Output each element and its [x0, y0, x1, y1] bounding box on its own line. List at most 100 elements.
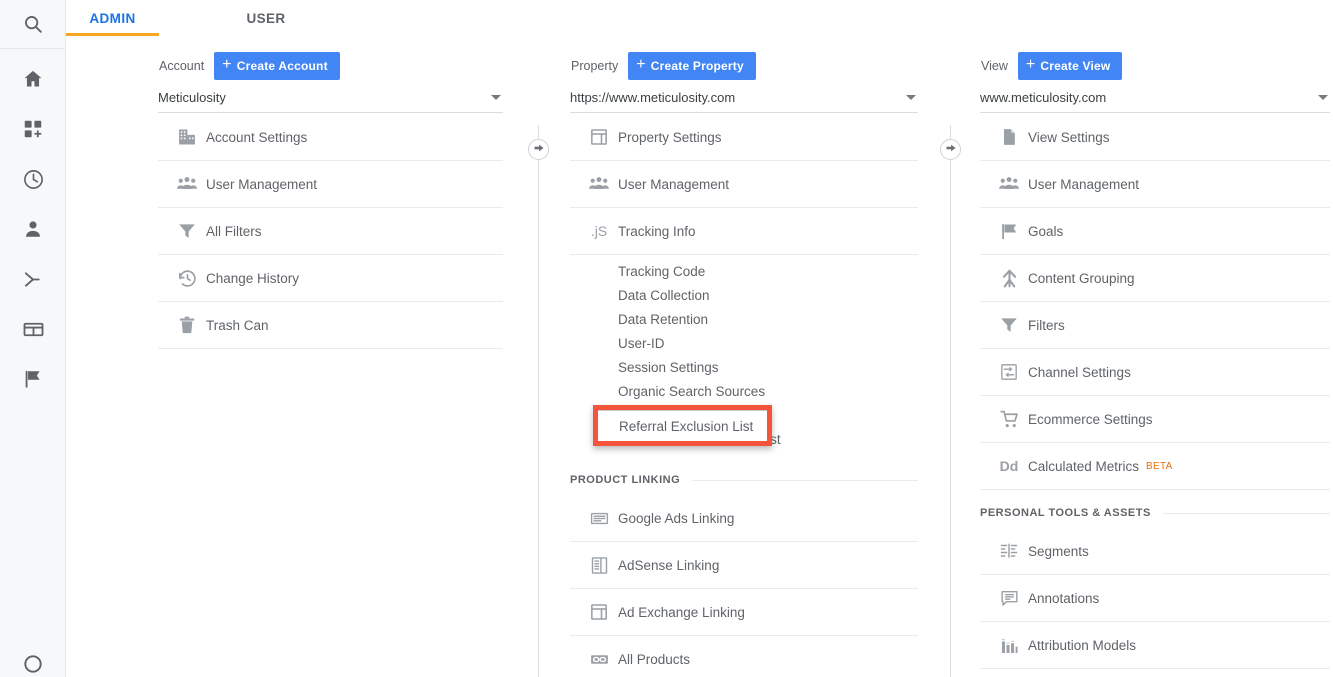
view-item-view-settings[interactable]: View Settings	[980, 114, 1330, 161]
rail-item-customization[interactable]	[0, 104, 66, 154]
create-account-button[interactable]: + Create Account	[214, 52, 340, 80]
view-item-annotations[interactable]: Annotations	[980, 575, 1330, 622]
subitem-tracking-code[interactable]: Tracking Code	[570, 259, 918, 283]
account-label: Account	[159, 59, 204, 73]
view-selected-value: www.meticulosity.com	[980, 90, 1106, 105]
rail-item-help[interactable]	[0, 641, 66, 677]
attribution-bars-icon	[990, 635, 1028, 656]
rail-item-home[interactable]	[0, 54, 66, 104]
property-item-label: Tracking Info	[618, 224, 696, 239]
section-divider	[692, 480, 918, 481]
beta-badge: BETA	[1146, 461, 1173, 472]
view-item-list: View Settings User Management Goals	[980, 114, 1330, 669]
account-item-label: Account Settings	[206, 130, 307, 145]
highlight-label[interactable]: Referral Exclusion List	[619, 419, 753, 434]
top-tab-bar: ADMIN USER	[66, 0, 1333, 37]
rail-item-behavior[interactable]	[0, 304, 66, 354]
subitem-data-collection[interactable]: Data Collection	[570, 283, 918, 307]
view-item-label: Goals	[1028, 224, 1063, 239]
account-item-account-settings[interactable]: Account Settings	[158, 114, 503, 161]
history-clock-icon	[168, 268, 206, 289]
create-view-button[interactable]: + Create View	[1018, 52, 1123, 80]
cart-icon	[990, 409, 1028, 430]
account-item-label: All Filters	[206, 224, 262, 239]
view-item-ecommerce-settings[interactable]: Ecommerce Settings	[980, 396, 1330, 443]
view-item-label: Ecommerce Settings	[1028, 412, 1153, 427]
column-collapse-button-2[interactable]	[940, 139, 961, 160]
view-item-segments[interactable]: Segments	[980, 528, 1330, 575]
create-property-button[interactable]: + Create Property	[628, 52, 756, 80]
subitem-organic-search-sources[interactable]: Organic Search Sources	[570, 379, 918, 403]
column-divider-2	[950, 125, 951, 677]
subitem-user-id[interactable]: User-ID	[570, 331, 918, 355]
property-item-label: Google Ads Linking	[618, 511, 734, 526]
property-item-label: User Management	[618, 177, 729, 192]
property-item-user-management[interactable]: User Management	[570, 161, 918, 208]
people-icon	[168, 173, 206, 195]
account-item-trash-can[interactable]: Trash Can	[158, 302, 503, 349]
account-item-user-management[interactable]: User Management	[158, 161, 503, 208]
subitem-data-retention[interactable]: Data Retention	[570, 307, 918, 331]
property-column-header: Property + Create Property	[570, 49, 918, 83]
trash-icon	[168, 315, 206, 335]
property-selector[interactable]: https://www.meticulosity.com	[570, 83, 918, 113]
ad-exchange-icon	[580, 602, 618, 622]
chevron-down-icon	[491, 95, 501, 100]
property-label: Property	[571, 59, 618, 73]
channel-icon	[990, 362, 1028, 382]
product-linking-label: PRODUCT LINKING	[570, 474, 680, 486]
account-column-header: Account + Create Account	[158, 49, 503, 83]
property-item-all-products[interactable]: All Products	[570, 636, 918, 677]
tab-admin[interactable]: ADMIN	[66, 0, 159, 37]
layout-icon	[580, 127, 618, 147]
create-account-label: Create Account	[237, 59, 328, 73]
view-column: View + Create View www.meticulosity.com …	[980, 49, 1330, 669]
realtime-clock-icon	[22, 168, 45, 191]
property-item-adsense-linking[interactable]: AdSense Linking	[570, 542, 918, 589]
property-item-property-settings[interactable]: Property Settings	[570, 114, 918, 161]
view-item-channel-settings[interactable]: Channel Settings	[980, 349, 1330, 396]
property-item-label: AdSense Linking	[618, 558, 719, 573]
help-circle-icon	[22, 653, 44, 677]
account-selected-value: Meticulosity	[158, 90, 226, 105]
search-button[interactable]	[0, 0, 66, 49]
property-item-label: All Products	[618, 652, 690, 667]
view-item-filters[interactable]: Filters	[980, 302, 1330, 349]
property-item-google-ads-linking[interactable]: Google Ads Linking	[570, 495, 918, 542]
column-collapse-button-1[interactable]	[528, 139, 549, 160]
view-selector[interactable]: www.meticulosity.com	[980, 83, 1330, 113]
view-item-label: User Management	[1028, 177, 1139, 192]
view-item-label: Segments	[1028, 544, 1089, 559]
view-item-content-grouping[interactable]: Content Grouping	[980, 255, 1330, 302]
rail-item-realtime[interactable]	[0, 154, 66, 204]
property-item-ad-exchange-linking[interactable]: Ad Exchange Linking	[570, 589, 918, 636]
view-item-label: Annotations	[1028, 591, 1099, 606]
behavior-window-icon	[22, 318, 45, 341]
view-item-attribution-models[interactable]: Attribution Models	[980, 622, 1330, 669]
tab-user[interactable]: USER	[221, 0, 311, 37]
account-item-change-history[interactable]: Change History	[158, 255, 503, 302]
account-selector[interactable]: Meticulosity	[158, 83, 503, 113]
search-icon	[22, 13, 44, 35]
view-item-label: View Settings	[1028, 130, 1110, 145]
property-item-tracking-info[interactable]: .jS Tracking Info	[570, 208, 918, 255]
document-icon	[990, 127, 1028, 147]
view-item-goals[interactable]: Goals	[980, 208, 1330, 255]
view-column-header: View + Create View	[980, 49, 1330, 83]
flag-icon	[990, 221, 1028, 242]
account-item-all-filters[interactable]: All Filters	[158, 208, 503, 255]
subitem-session-settings[interactable]: Session Settings	[570, 355, 918, 379]
rail-item-acquisition[interactable]	[0, 254, 66, 304]
view-item-label: Content Grouping	[1028, 271, 1135, 286]
rail-item-audience[interactable]	[0, 204, 66, 254]
js-icon: .jS	[580, 223, 618, 239]
property-item-label: Property Settings	[618, 130, 722, 145]
create-view-label: Create View	[1040, 59, 1110, 73]
property-item-label: Ad Exchange Linking	[618, 605, 745, 620]
view-item-label: Calculated Metrics	[1028, 459, 1139, 474]
rail-item-conversions[interactable]	[0, 354, 66, 404]
view-item-user-management[interactable]: User Management	[980, 161, 1330, 208]
funnel-icon	[168, 221, 206, 241]
view-item-calculated-metrics[interactable]: Dd Calculated Metrics BETA	[980, 443, 1330, 490]
tab-active-underline	[66, 33, 159, 36]
